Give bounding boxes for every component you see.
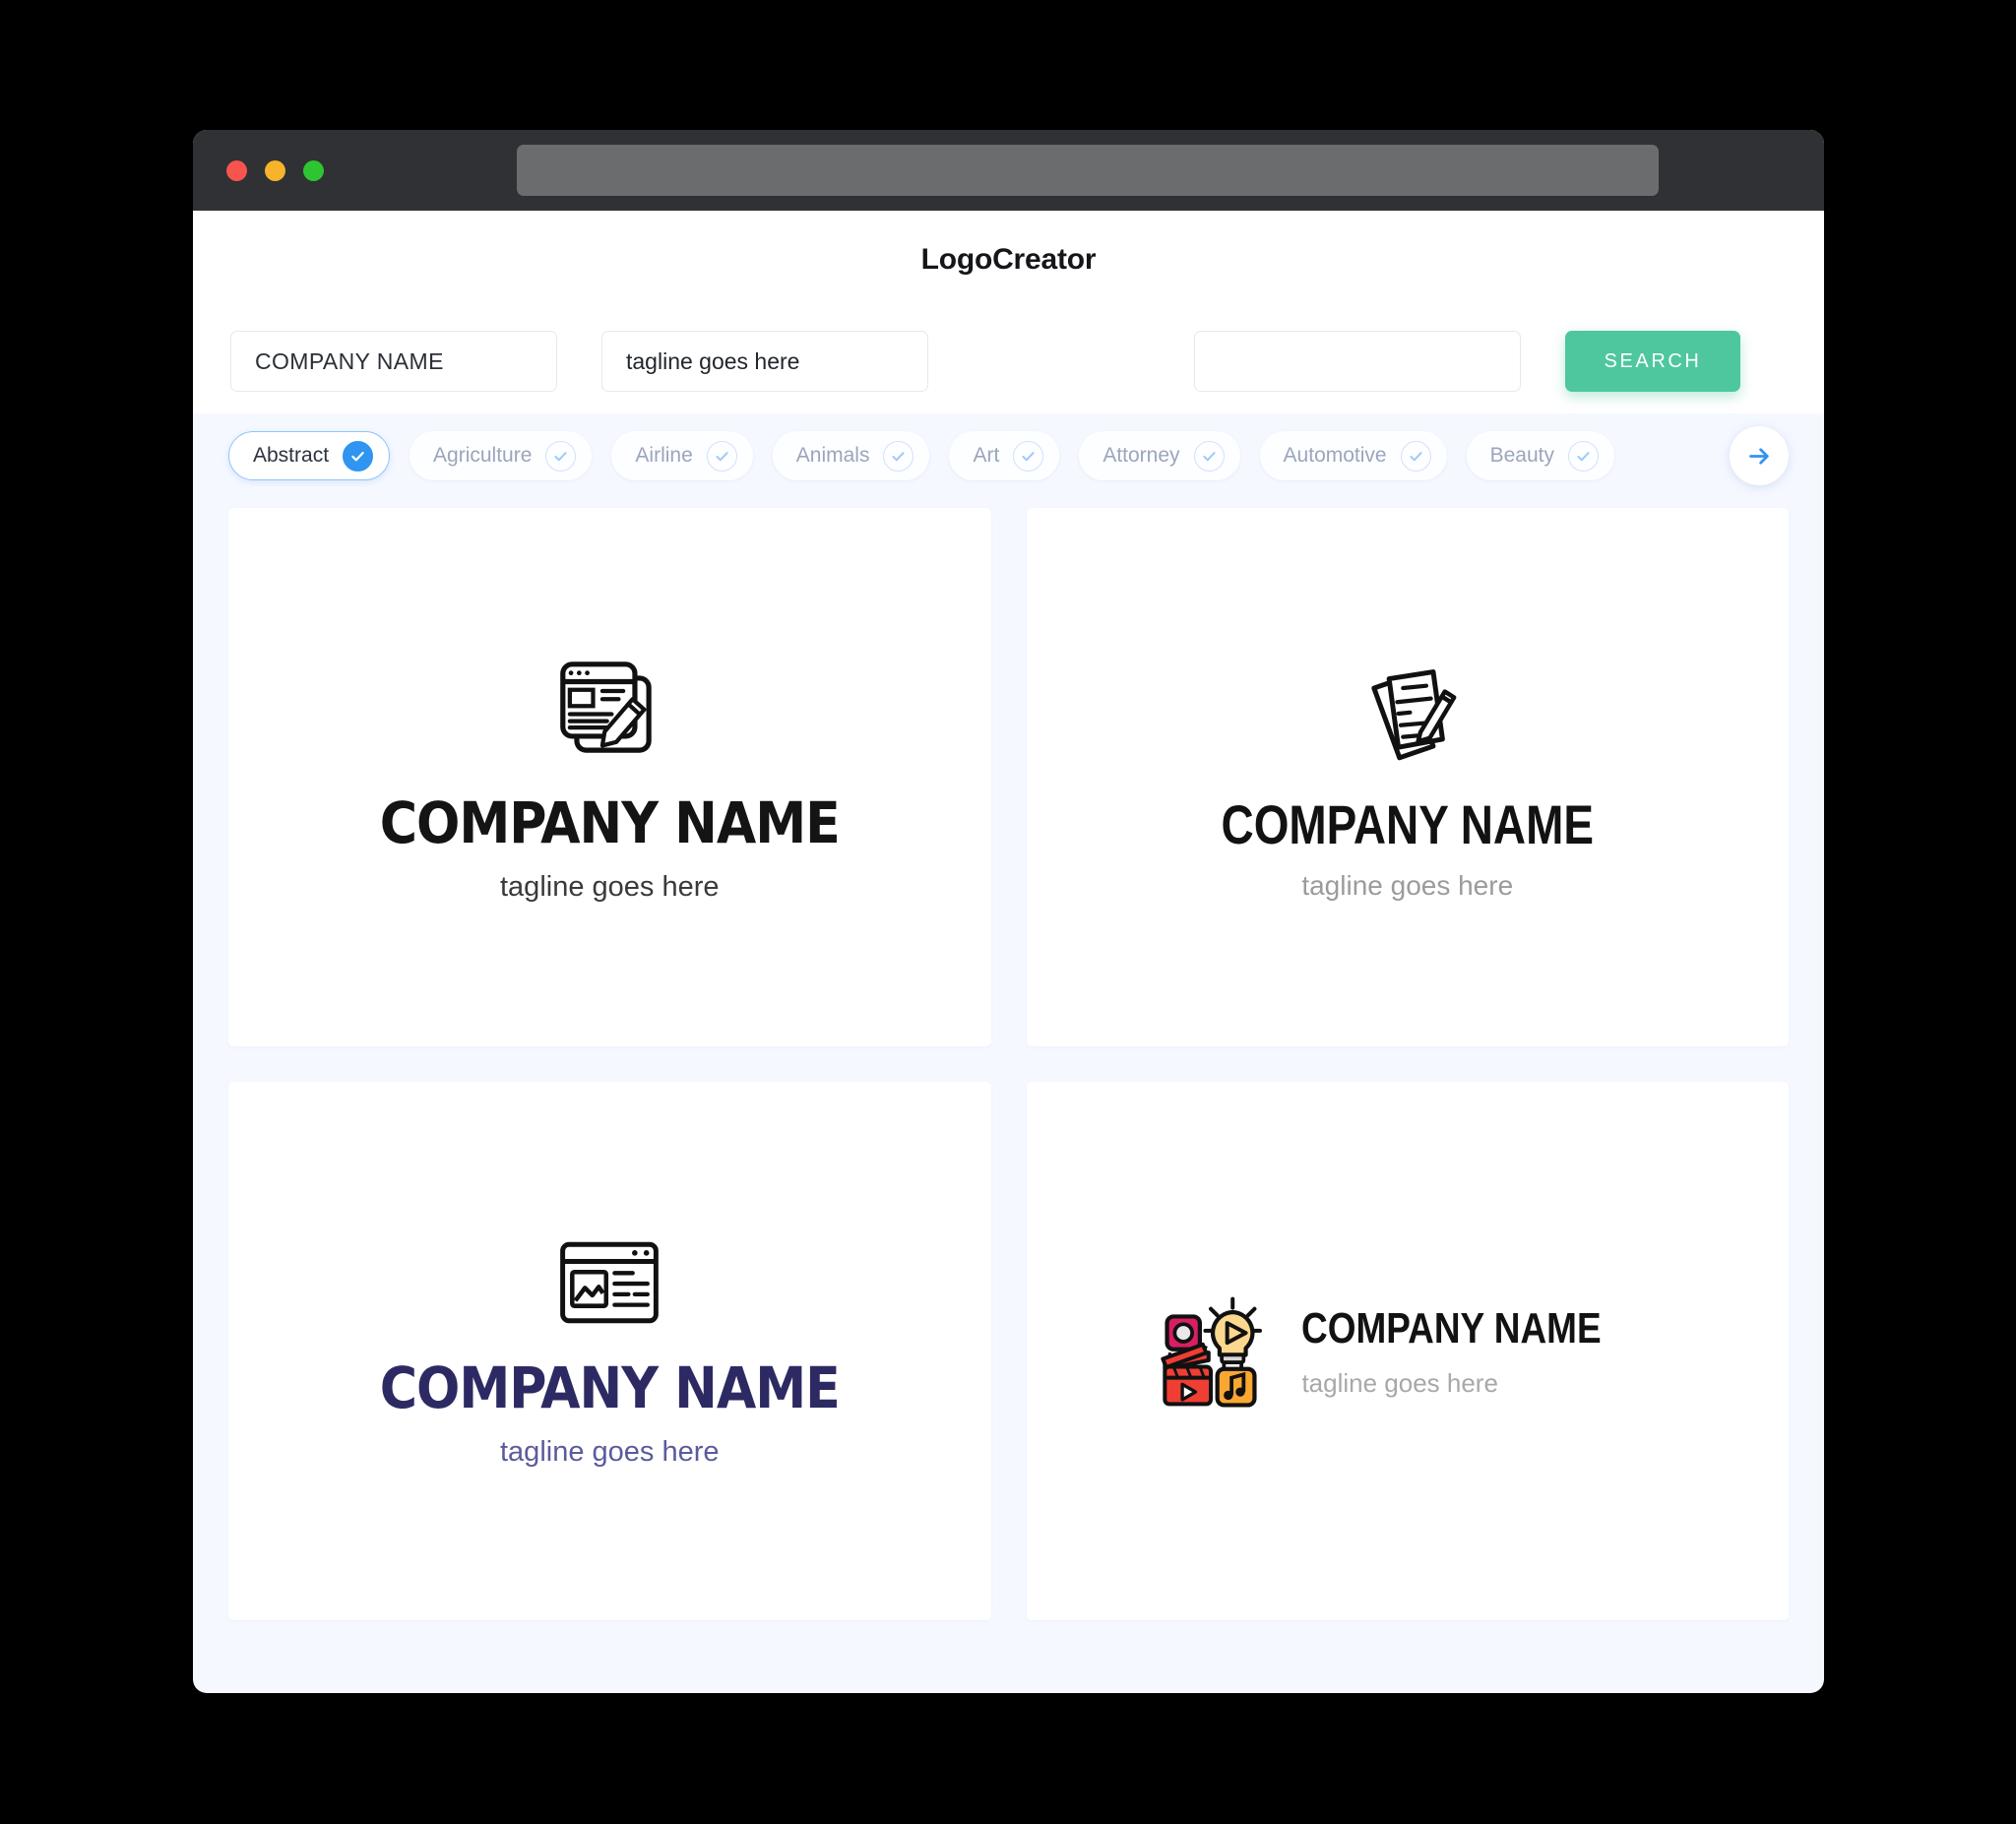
logo-card[interactable]: COMPANY NAME tagline goes here — [228, 1082, 991, 1620]
keyword-input[interactable] — [1194, 331, 1521, 392]
logo-company-name: COMPANY NAME — [1221, 792, 1594, 855]
logo-company-name: COMPANY NAME — [1301, 1303, 1603, 1352]
category-chip-abstract[interactable]: Abstract — [228, 431, 391, 480]
close-window-button[interactable] — [226, 159, 247, 181]
category-chip-beauty[interactable]: Beauty — [1466, 431, 1614, 480]
category-chip-attorney[interactable]: Attorney — [1079, 431, 1240, 480]
browser-titlebar — [193, 130, 1824, 211]
category-chip-label: Art — [973, 444, 1000, 467]
check-icon — [706, 440, 737, 472]
category-chip-automotive[interactable]: Automotive — [1259, 431, 1447, 480]
category-chip-animals[interactable]: Animals — [772, 431, 930, 480]
check-icon — [1193, 440, 1225, 472]
maximize-window-button[interactable] — [303, 159, 324, 181]
logo-card[interactable]: COMPANY NAME tagline goes here — [1026, 1082, 1789, 1620]
arrow-right-icon — [1748, 447, 1769, 465]
logo-card[interactable]: COMPANY NAME tagline goes here — [1026, 508, 1789, 1046]
category-chip-label: Attorney — [1102, 444, 1180, 467]
documents-pencil-icon — [1350, 656, 1466, 772]
search-bar: COMPANY NAME tagline goes here SEARCH — [193, 309, 1824, 413]
url-bar-input[interactable] — [517, 145, 1659, 196]
category-chip-agriculture[interactable]: Agriculture — [410, 431, 593, 480]
category-chip-airline[interactable]: Airline — [611, 431, 753, 480]
category-filter-bar: Abstract Agriculture Airline Animals Art… — [193, 413, 1824, 498]
category-chip-label: Automotive — [1283, 444, 1387, 467]
check-icon — [1568, 440, 1599, 472]
category-chip-label: Beauty — [1489, 444, 1554, 467]
minimize-window-button[interactable] — [265, 159, 285, 181]
logo-card[interactable]: COMPANY NAME tagline goes here — [228, 508, 991, 1046]
search-button[interactable]: SEARCH — [1565, 331, 1740, 392]
check-icon — [883, 440, 914, 472]
category-chip-label: Animals — [795, 444, 870, 467]
category-chip-art[interactable]: Art — [949, 431, 1060, 480]
logo-company-name: COMPANY NAME — [379, 789, 841, 856]
traffic-lights — [226, 159, 324, 181]
next-categories-button[interactable] — [1730, 426, 1789, 485]
screen-root: LogoCreator COMPANY NAME tagline goes he… — [0, 0, 2016, 1824]
check-icon — [343, 440, 374, 472]
check-icon — [545, 440, 577, 472]
logo-tagline: tagline goes here — [1301, 1367, 1498, 1398]
tagline-input[interactable]: tagline goes here — [601, 331, 928, 392]
logo-tagline: tagline goes here — [500, 1436, 720, 1468]
company-name-input[interactable]: COMPANY NAME — [230, 331, 557, 392]
logo-results-grid: COMPANY NAME tagline goes here COMPANY N… — [193, 498, 1824, 1646]
browser-window-image-icon — [554, 1235, 664, 1330]
category-chip-label: Abstract — [253, 444, 330, 467]
logo-tagline: tagline goes here — [500, 871, 720, 903]
page-title: LogoCreator — [920, 243, 1097, 276]
check-icon — [1013, 440, 1044, 472]
category-chip-label: Agriculture — [433, 444, 533, 467]
logo-company-name: COMPANY NAME — [379, 1354, 841, 1421]
logo-tagline: tagline goes here — [1301, 869, 1514, 901]
app-header: LogoCreator — [193, 211, 1824, 309]
check-icon — [1400, 440, 1431, 472]
category-chip-label: Airline — [635, 444, 693, 467]
browser-window: LogoCreator COMPANY NAME tagline goes he… — [193, 130, 1824, 1693]
browser-window-pencil-icon — [551, 653, 667, 769]
media-lightbulb-icon — [1156, 1292, 1266, 1411]
